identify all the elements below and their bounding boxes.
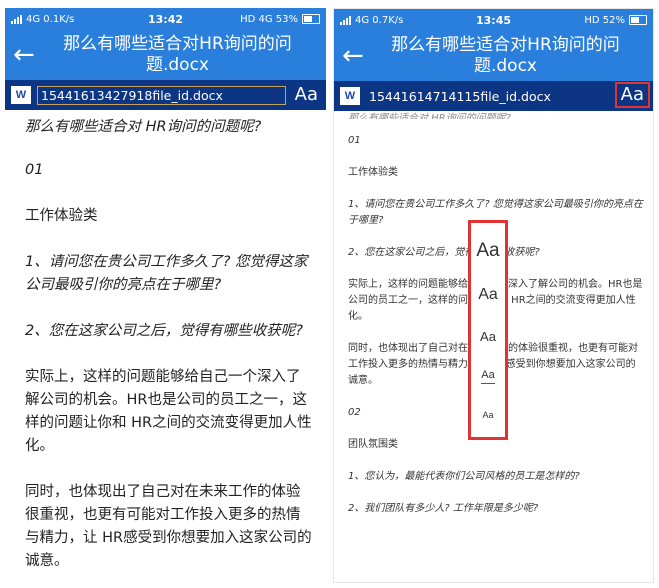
left-screenshot: 4G 0.1K/s 13:42 HD 4G 53% ← 那么有哪些适合对HR询问… (5, 8, 326, 583)
paragraph: 那么有哪些适合对 HR询问的问题呢? (25, 119, 262, 135)
paragraph: 1、您认为，最能代表你们公司风格的员工是怎样的? (348, 471, 580, 482)
font-size-button[interactable]: Aa (291, 83, 322, 107)
document-toolbar: W 15441614714115file_id.docx Aa (334, 81, 653, 111)
font-size-button[interactable]: Aa (614, 82, 650, 108)
status-time: 13:42 (147, 12, 183, 26)
status-bar: 4G 0.1K/s 13:42 HD 4G 53% (5, 8, 326, 30)
document-title: 那么有哪些适合对HR询问的问题.docx (391, 35, 620, 76)
document-toolbar: W 15441613427918file_id.docx Aa (5, 80, 326, 110)
status-right-text: HD 52% (584, 14, 625, 26)
paragraph: 01 (25, 162, 44, 178)
font-size-option-small[interactable]: Aa (481, 369, 495, 384)
paragraph: 同时，也体现出了自己对在未来工作的体验很重视，也更有可能对工作投入更多的热情与精… (25, 484, 312, 569)
word-icon: W (340, 87, 360, 105)
document-title: 那么有哪些适合对HR询问的问题.docx (63, 34, 292, 75)
paragraph: 2、您在这家公司之后，觉得有哪些收获呢? (25, 323, 303, 339)
signal-icon (340, 15, 351, 25)
paragraph: 那么有哪些适合对 HR询问的问题呢? (348, 113, 511, 119)
font-size-picker: Aa Aa Aa Aa Aa (468, 220, 508, 440)
title-bar: ← 那么有哪些适合对HR询问的问题.docx (334, 31, 653, 81)
font-size-option-smallest[interactable]: Aa (482, 410, 493, 420)
paragraph: 01 (348, 135, 361, 146)
status-time: 13:45 (475, 13, 511, 27)
font-size-option-medium[interactable]: Aa (480, 330, 496, 343)
back-arrow-icon[interactable]: ← (13, 42, 47, 68)
battery-icon (302, 14, 320, 24)
word-icon: W (11, 86, 31, 104)
title-bar: ← 那么有哪些适合对HR询问的问题.docx (5, 30, 326, 80)
font-size-option-large[interactable]: Aa (478, 286, 498, 303)
status-bar: 4G 0.7K/s 13:45 HD 52% (334, 9, 653, 31)
signal-icon (11, 14, 22, 24)
status-left-text: 4G 0.7K/s (355, 14, 404, 26)
paragraph: 工作体验类 (348, 167, 398, 178)
paragraph: 实际上，这样的问题能够给自己一个深入了解公司的机会。HR也是公司的员工之一，这样… (25, 369, 312, 454)
back-arrow-icon[interactable]: ← (342, 43, 376, 69)
status-right-text: HD 4G 53% (240, 13, 298, 25)
right-screenshot: 4G 0.7K/s 13:45 HD 52% ← 那么有哪些适合对HR询问的问题… (333, 8, 654, 583)
font-size-option-largest[interactable]: Aa (476, 241, 499, 260)
filename-field[interactable]: 15441613427918file_id.docx (37, 85, 286, 105)
paragraph: 1、请问您在贵公司工作多久了? 您觉得这家公司最吸引你的亮点在于哪里? (25, 254, 308, 293)
filename-field[interactable]: 15441614714115file_id.docx (366, 88, 649, 105)
paragraph: 2、我们团队有多少人? 工作年限是多少呢? (348, 503, 539, 514)
paragraph: 工作体验类 (25, 208, 98, 224)
battery-icon (628, 15, 647, 25)
document-content: 那么有哪些适合对 HR询问的问题呢? 01 工作体验类 1、请问您在贵公司工作多… (5, 110, 326, 573)
status-left-text: 4G 0.1K/s (26, 13, 75, 25)
